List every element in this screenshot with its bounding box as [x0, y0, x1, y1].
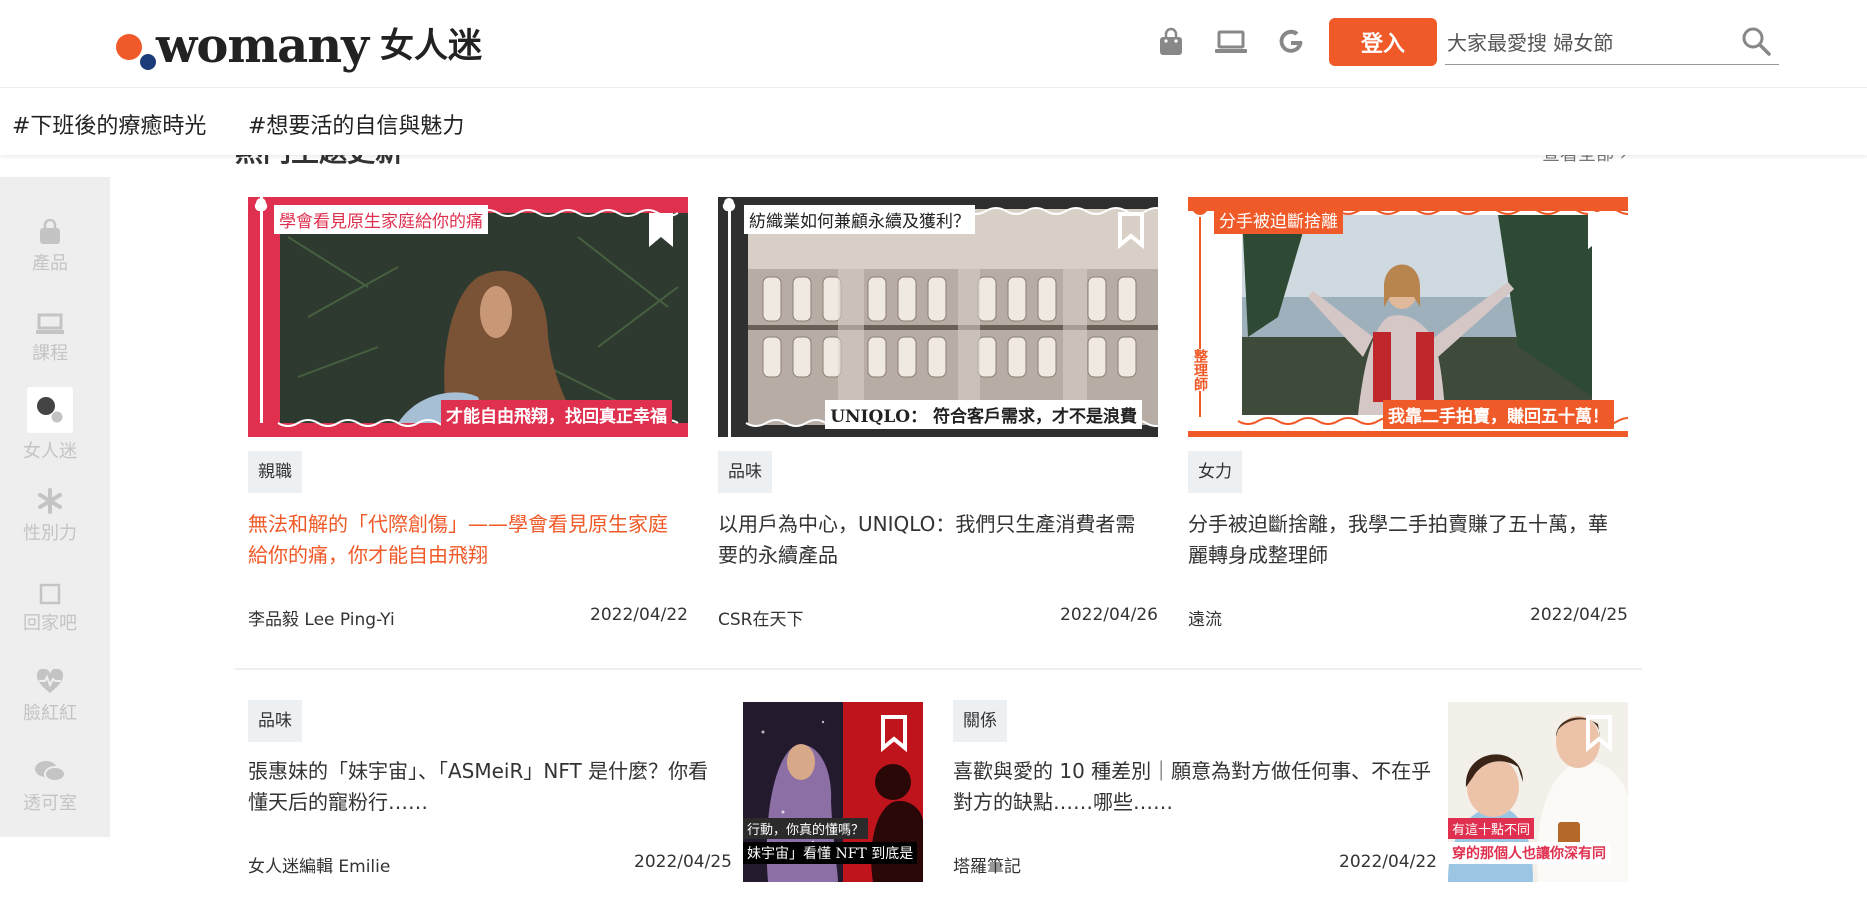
article-author[interactable]: 塔羅筆記: [953, 852, 1021, 877]
article-thumbnail[interactable]: 紡織業如何兼顧永續及獲利？ UNIQLO： 符合客戶需求，才不是浪費: [718, 197, 1158, 437]
sidebar-item-label: 透可室: [23, 793, 77, 814]
bookmark-icon[interactable]: [1584, 714, 1614, 756]
logo-wordmark: womany: [156, 18, 369, 74]
category-badge[interactable]: 關係: [953, 700, 1007, 742]
category-badge[interactable]: 品味: [248, 700, 302, 742]
article-title[interactable]: 喜歡與愛的 10 種差別｜願意為對方做任何事、不在乎對方的缺點……哪些……: [953, 756, 1439, 818]
sidebar-item-talk-room[interactable]: 透可室: [0, 749, 100, 831]
search-input[interactable]: [1445, 22, 1729, 64]
sidebar-item-label: 女人迷: [23, 441, 77, 462]
sidebar-item-go-home[interactable]: 回家吧: [0, 569, 100, 651]
thumbnail-caption: 行動，你真的懂嗎？: [743, 818, 869, 839]
bookmark-icon[interactable]: [646, 211, 676, 253]
article-thumbnail[interactable]: 行動，你真的懂嗎？ 妹宇宙」看懂 NFT 到底是: [743, 702, 923, 882]
login-button[interactable]: 登入: [1329, 18, 1437, 66]
article-title[interactable]: 分手被迫斷捨離，我學二手拍賣賺了五十萬，華麗轉身成整理師: [1188, 509, 1618, 571]
article-title[interactable]: 張惠妹的「妹宇宙」、「ASMeiR」NFT 是什麼？你看懂天后的寵粉行……: [248, 756, 728, 818]
sidebar-item-blush[interactable]: 臉紅紅: [0, 659, 100, 741]
sidebar-item-label: 產品: [32, 253, 68, 274]
thumbnail-caption: 妹宇宙」看懂 NFT 到底是: [743, 842, 918, 864]
chat-bubbles-icon: [0, 749, 100, 785]
article-date: 2022/04/25: [634, 852, 732, 872]
category-sidebar: 產品 課程 女人迷 性別力 回家吧 臉紅紅 透可室: [0, 177, 110, 837]
sidebar-item-label: 課程: [32, 343, 68, 364]
thumbnail-caption: 我靠二手拍賣，賺回五十萬！: [1383, 400, 1614, 429]
bookmark-icon[interactable]: [1586, 211, 1616, 253]
thumbnail-side-caption: 整理師: [1190, 349, 1208, 391]
section-divider: [235, 668, 1642, 670]
article-author[interactable]: 遠流: [1188, 605, 1222, 630]
article-thumbnail[interactable]: 學會看見原生家庭給你的痛 才能自由飛翔，找回真正幸福: [248, 197, 688, 437]
article-date: 2022/04/22: [1339, 852, 1437, 872]
laptop-icon[interactable]: [1213, 26, 1249, 58]
article-date: 2022/04/26: [1060, 605, 1158, 625]
bookmark-icon[interactable]: [1116, 211, 1146, 253]
hashtag-link[interactable]: #想要活的自信與魅力: [248, 108, 464, 140]
hashtag-link[interactable]: #下班後的療癒時光: [12, 108, 206, 140]
shopping-bag-icon[interactable]: [1153, 26, 1189, 58]
sidebar-item-gender-power[interactable]: 性別力: [0, 479, 100, 561]
asterisk-icon: [0, 479, 100, 515]
thumbnail-caption: UNIQLO： 符合客戶需求，才不是浪費: [825, 400, 1142, 429]
heart-pulse-icon: [0, 659, 100, 695]
bookmark-icon[interactable]: [879, 714, 909, 756]
thumbnail-caption: 學會看見原生家庭給你的痛: [274, 205, 488, 234]
category-badge[interactable]: 親職: [248, 451, 302, 493]
article-list-item[interactable]: 品味 張惠妹的「妹宇宙」、「ASMeiR」NFT 是什麼？你看懂天后的寵粉行………: [248, 700, 923, 884]
shopping-bag-icon: [0, 209, 100, 245]
category-badge[interactable]: 品味: [718, 451, 772, 493]
square-icon: [0, 569, 100, 605]
article-author[interactable]: CSR在天下: [718, 605, 803, 630]
article-thumbnail[interactable]: 分手被迫斷捨離 整理師 我靠二手拍賣，賺回五十萬！: [1188, 197, 1628, 437]
thumbnail-caption: 有這十點不同: [1448, 818, 1535, 839]
sidebar-item-label: 性別力: [23, 523, 77, 544]
thumbnail-caption: 紡織業如何兼顧永續及獲利？: [744, 205, 975, 234]
hashtag-bar: #下班後的療癒時光 #想要活的自信與魅力: [0, 88, 1867, 155]
article-date: 2022/04/25: [1530, 605, 1628, 625]
search-icon[interactable]: [1741, 26, 1773, 58]
thumbnail-caption: 才能自由飛翔，找回真正幸福: [441, 400, 672, 429]
thumbnail-caption: 穿的那個人也讓你深有同: [1448, 842, 1610, 864]
laptop-icon: [0, 299, 100, 335]
sidebar-item-label: 回家吧: [23, 613, 77, 634]
sidebar-item-products[interactable]: 產品: [0, 209, 100, 291]
article-title[interactable]: 無法和解的「代際創傷」——學會看見原生家庭給你的痛，你才能自由飛翔: [248, 509, 678, 571]
logo-chinese-name: 女人迷: [380, 26, 483, 66]
article-thumbnail[interactable]: 有這十點不同 穿的那個人也讓你深有同: [1448, 702, 1628, 882]
google-icon[interactable]: [1273, 26, 1309, 58]
womany-logo[interactable]: womany 女人迷: [116, 20, 482, 72]
sidebar-item-label: 臉紅紅: [23, 703, 77, 724]
article-author[interactable]: 李品毅 Lee Ping-Yi: [248, 605, 395, 630]
article-title[interactable]: 以用戶為中心，UNIQLO：我們只生產消費者需要的永續產品: [718, 509, 1148, 571]
womany-dots-icon: [116, 24, 160, 70]
search-bar: [1445, 22, 1779, 65]
womany-dots-icon: [27, 387, 73, 433]
sidebar-item-womany[interactable]: 女人迷: [0, 387, 100, 469]
article-list-item[interactable]: 關係 喜歡與愛的 10 種差別｜願意為對方做任何事、不在乎對方的缺點……哪些………: [953, 700, 1629, 884]
site-header: womany 女人迷 登入: [0, 0, 1867, 88]
thumbnail-caption: 分手被迫斷捨離: [1214, 205, 1343, 234]
category-badge[interactable]: 女力: [1188, 451, 1242, 493]
article-date: 2022/04/22: [590, 605, 688, 625]
sidebar-item-courses[interactable]: 課程: [0, 299, 100, 381]
article-author[interactable]: 女人迷編輯 Emilie: [248, 852, 390, 877]
